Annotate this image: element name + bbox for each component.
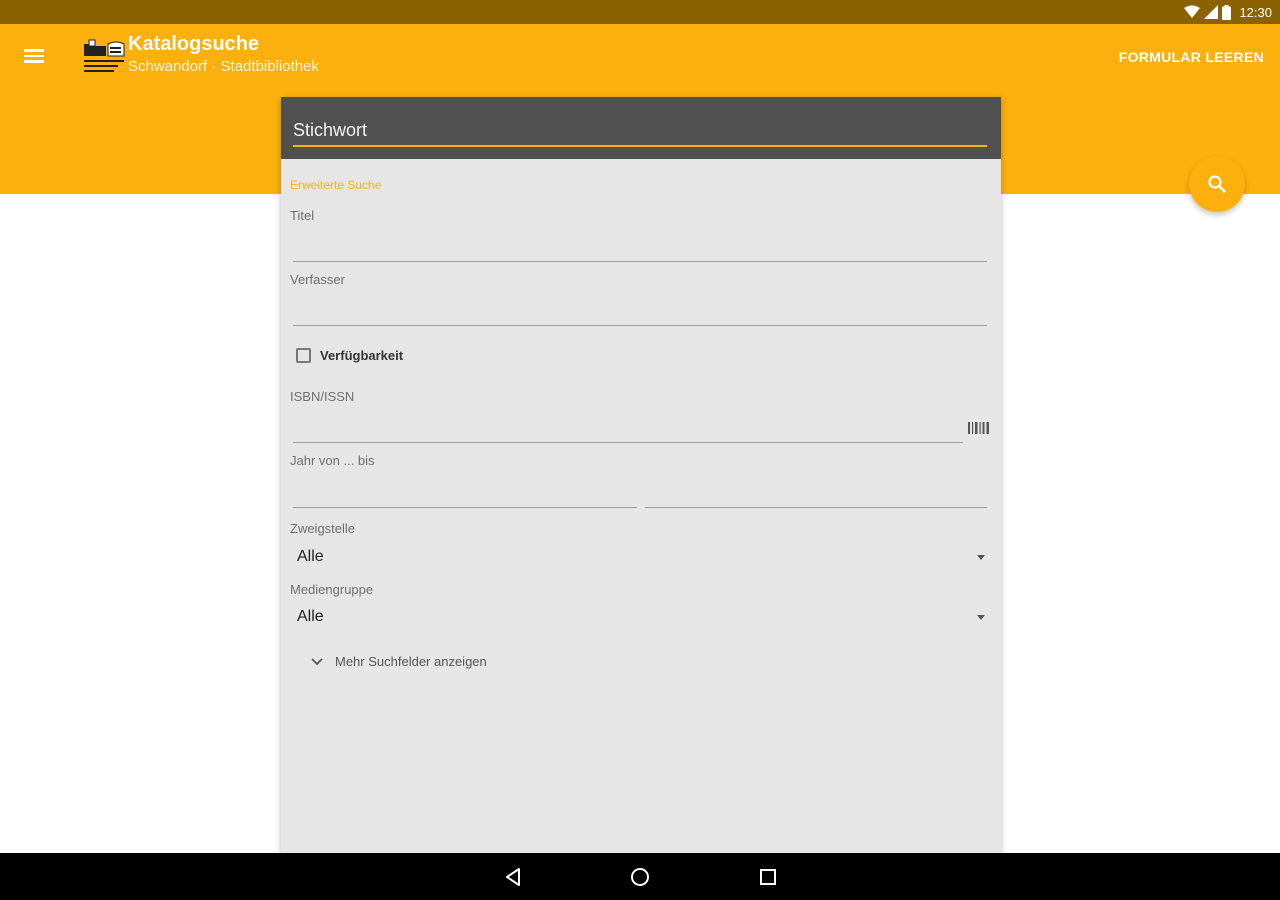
branch-select-value: Alle bbox=[297, 548, 324, 565]
more-fields-button[interactable]: Mehr Suchfelder anzeigen bbox=[311, 654, 487, 669]
year-label: Jahr von ... bis bbox=[290, 453, 375, 468]
search-form-card: Erweiterte Suche Titel Verfasser Verfügb… bbox=[281, 97, 1001, 853]
menu-icon[interactable] bbox=[24, 46, 48, 64]
title-input[interactable] bbox=[293, 235, 987, 262]
media-group-label: Mediengruppe bbox=[290, 582, 374, 597]
back-icon[interactable] bbox=[501, 865, 525, 889]
home-icon[interactable] bbox=[628, 865, 652, 889]
app-title: Katalogsuche bbox=[128, 33, 260, 55]
chevron-down-icon bbox=[311, 657, 323, 665]
availability-checkbox[interactable] bbox=[296, 348, 311, 363]
recents-icon[interactable] bbox=[756, 865, 780, 889]
availability-label: Verfügbarkeit bbox=[320, 348, 404, 363]
search-button[interactable] bbox=[1189, 156, 1245, 212]
branch-label: Zweigstelle bbox=[290, 521, 356, 536]
branch-select[interactable]: Alle bbox=[297, 543, 987, 571]
media-group-select[interactable]: Alle bbox=[297, 603, 987, 631]
year-to-input[interactable] bbox=[645, 481, 987, 508]
year-from-input[interactable] bbox=[293, 481, 637, 508]
clear-form-button[interactable]: FORMULAR LEEREN bbox=[1119, 49, 1264, 65]
availability-checkbox-row[interactable]: Verfügbarkeit bbox=[296, 348, 403, 363]
dropdown-arrow-icon bbox=[977, 614, 985, 620]
signal-icon bbox=[1204, 5, 1219, 19]
advanced-search-heading: Erweiterte Suche bbox=[290, 178, 382, 192]
author-input[interactable] bbox=[293, 299, 987, 326]
status-icons: 12:30 bbox=[1184, 3, 1272, 21]
navigation-bar bbox=[0, 853, 1280, 900]
status-bar: 12:30 bbox=[0, 0, 1280, 24]
isbn-label: ISBN/ISSN bbox=[290, 389, 355, 404]
library-logo bbox=[84, 39, 125, 72]
media-group-select-value: Alle bbox=[297, 608, 324, 625]
keyword-bar bbox=[281, 97, 1001, 159]
app-subtitle: Schwandorf · Stadtbibliothek bbox=[128, 58, 319, 75]
barcode-icon[interactable] bbox=[967, 421, 991, 435]
status-time: 12:30 bbox=[1239, 4, 1272, 20]
battery-icon bbox=[1222, 4, 1232, 20]
search-icon bbox=[1208, 175, 1226, 193]
wifi-icon bbox=[1184, 5, 1201, 18]
isbn-input[interactable] bbox=[293, 416, 963, 443]
title-label: Titel bbox=[290, 208, 315, 223]
more-fields-label: Mehr Suchfelder anzeigen bbox=[335, 654, 487, 669]
author-label: Verfasser bbox=[290, 272, 345, 287]
dropdown-arrow-icon bbox=[977, 554, 985, 560]
keyword-input[interactable] bbox=[293, 115, 987, 147]
